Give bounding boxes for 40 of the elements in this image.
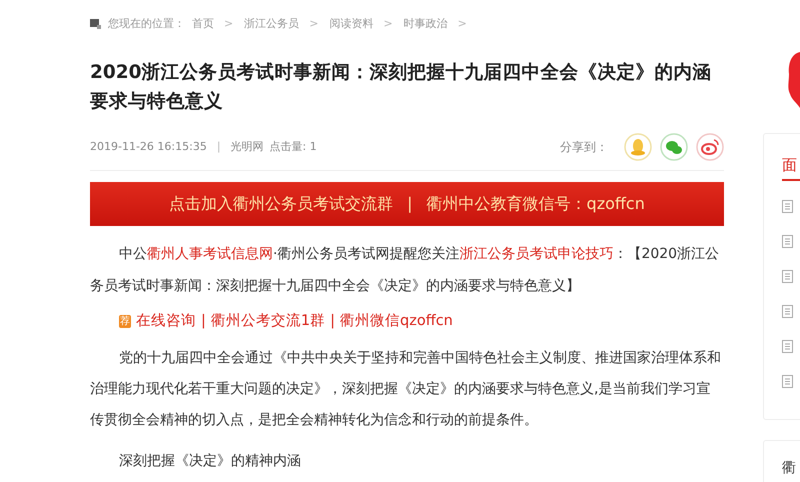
wechat-icon[interactable]: [660, 133, 688, 161]
paragraph: 中公衢州人事考试信息网·衢州公务员考试网提醒您关注浙江公务员考试申论技巧：【2020浙江公务员考试时事新闻：深刻把握十九届四中全会《决定》的内涵要求与特色意义】: [90, 245, 720, 296]
separator: |: [216, 138, 221, 155]
separator: |: [330, 312, 336, 331]
click-count: 点击量: 1: [270, 138, 317, 155]
document-icon: [782, 305, 793, 318]
text-link[interactable]: 衢州人事考试信息网: [147, 246, 273, 262]
source: 光明网: [230, 138, 264, 155]
banner[interactable]: 点击加入衢州公务员考试交流群 | 衢州中公教育微信号：qzoffcn: [90, 182, 724, 226]
date-time: 2019-11-26 16:15:35: [90, 138, 207, 155]
text-link[interactable]: 衢州微信qzoffcn: [340, 309, 453, 333]
breadcrumb-link[interactable]: 阅读资料: [329, 16, 374, 32]
separator: |: [201, 312, 206, 331]
breadcrumb-separator: >: [309, 16, 318, 32]
mascot-drawing: [787, 52, 800, 108]
breadcrumb-label: 您现在的位置：: [108, 16, 185, 32]
breadcrumb-separator: >: [224, 16, 234, 32]
sidebar-tab[interactable]: 面: [782, 155, 800, 181]
text-link[interactable]: 衢州公考交流1群: [210, 309, 326, 333]
document-icon: [782, 235, 793, 248]
text-link[interactable]: 浙江公务员考试申论技巧: [459, 246, 614, 262]
document-icon: [782, 375, 793, 388]
breadcrumb-separator: >: [458, 16, 467, 32]
document-icon: [782, 270, 793, 283]
recommend-badge: 荐: [119, 314, 131, 328]
breadcrumb-link[interactable]: 浙江公务员: [244, 16, 300, 32]
breadcrumb-link[interactable]: 首页: [192, 16, 214, 32]
paragraph: 深刻把握《决定》的精神内涵: [118, 452, 302, 471]
text-link[interactable]: 在线咨询: [136, 309, 196, 333]
location-icon: [90, 19, 101, 29]
article-title: 2020浙江公务员考试时事新闻：深刻把握十九届四中全会《决定》的内涵要求与特色意义: [90, 61, 712, 114]
qq-icon[interactable]: [624, 133, 652, 161]
weibo-icon[interactable]: [696, 133, 724, 161]
document-icon: [782, 340, 793, 353]
paragraph: 党的十九届四中全会通过《中共中央关于坚持和完善中国特色社会主义制度、推进国家治理体系和治理能力现代化若干重大问题的决定》，深刻把握《决定》的内涵要求与特色意义,是当前我们学习宣传贯彻全会精神的切入点，是把全会精神转化为信念和行动的前提条件。: [90, 349, 722, 430]
document-icon: [782, 200, 793, 213]
breadcrumb-separator: >: [383, 16, 393, 32]
breadcrumb-link[interactable]: 时事政治: [404, 16, 448, 32]
card-title: 衢: [782, 459, 796, 478]
share-label: 分享到：: [560, 139, 608, 156]
